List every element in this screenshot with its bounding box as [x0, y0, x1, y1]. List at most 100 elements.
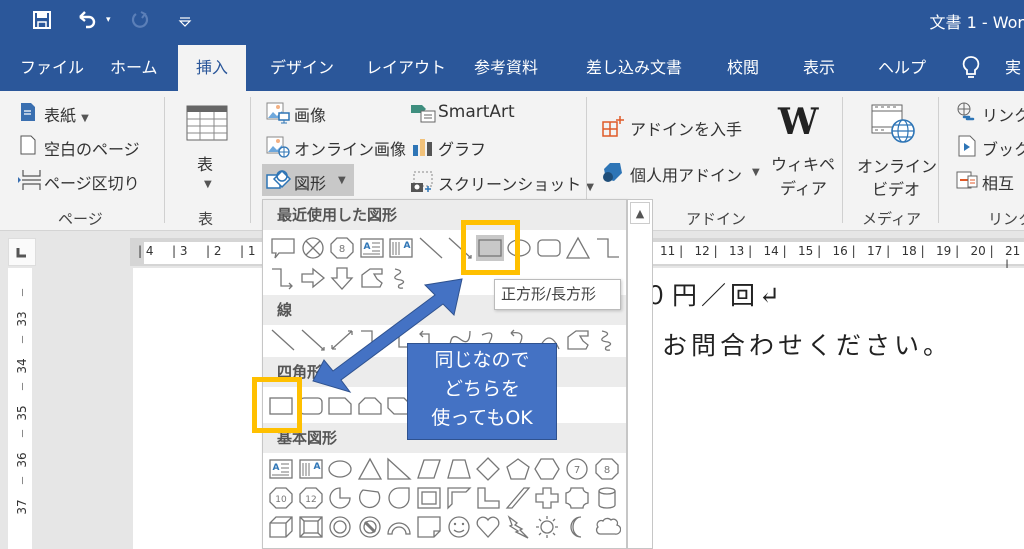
line-shape-icon[interactable] [417, 235, 445, 261]
chord-shape-icon[interactable] [356, 485, 384, 511]
wikipedia-icon[interactable]: W [778, 101, 818, 143]
donut-shape-icon[interactable] [326, 514, 354, 540]
vertical-ruler[interactable]: 33 — 34 — 35 — 36 — 37 — [8, 268, 32, 549]
undo-icon[interactable] [76, 9, 98, 34]
block-arc-shape-icon[interactable] [385, 514, 413, 540]
tab-home[interactable]: ホーム [110, 45, 158, 91]
diamond-shape-icon[interactable] [474, 456, 502, 482]
snip-same-side-rectangle-shape-icon[interactable] [356, 393, 384, 419]
rounded-rectangle-shape-icon[interactable] [535, 235, 563, 261]
heart-shape-icon[interactable] [474, 514, 502, 540]
tab-tell-me[interactable]: 実 [1005, 45, 1021, 91]
chart-button[interactable]: グラフ [438, 136, 486, 160]
arrow-line-shape-icon[interactable] [299, 327, 327, 353]
link-button[interactable]: リンク [982, 102, 1024, 126]
diagonal-stripe-shape-icon[interactable] [504, 485, 532, 511]
snip-single-corner-rectangle-shape-icon[interactable] [326, 393, 354, 419]
moon-shape-icon[interactable] [563, 514, 591, 540]
lightbulb-icon[interactable] [962, 55, 980, 81]
callout-shape-icon[interactable] [269, 235, 297, 261]
online-video-button-line2[interactable]: ビデオ [872, 176, 920, 200]
tab-layout[interactable]: レイアウト [366, 45, 446, 91]
cross-shape-icon[interactable] [533, 485, 561, 511]
scroll-up-button[interactable]: ▲ [630, 202, 650, 224]
pie-shape-icon[interactable] [326, 485, 354, 511]
chevron-down-icon[interactable]: ▼ [204, 179, 212, 190]
plaque-shape-icon[interactable] [563, 485, 591, 511]
shapes-button[interactable]: 図形 ▼ [262, 164, 354, 196]
vertical-textbox-shape-icon[interactable]: A [387, 235, 415, 261]
get-addins-button[interactable]: アドインを入手 [630, 116, 742, 140]
decagon-shape-icon[interactable]: 10 [267, 485, 295, 511]
right-triangle-shape-icon[interactable] [385, 456, 413, 482]
cover-page-button[interactable]: 表紙 ▼ [44, 102, 89, 126]
online-video-button-line1[interactable]: オンライン [857, 153, 937, 177]
right-arrow-shape-icon[interactable] [299, 265, 327, 291]
redo-icon[interactable] [130, 9, 150, 34]
trapezoid-shape-icon[interactable] [445, 456, 473, 482]
triangle-shape-icon[interactable] [356, 456, 384, 482]
down-arrow-shape-icon[interactable] [328, 265, 356, 291]
undo-dropdown-icon[interactable]: ▾ [106, 10, 111, 30]
tab-selector[interactable] [8, 238, 36, 266]
teardrop-shape-icon[interactable] [385, 485, 413, 511]
cloud-shape-icon[interactable] [593, 514, 621, 540]
octagon-shape-icon[interactable]: 8 [328, 235, 356, 261]
tab-design[interactable]: デザイン [270, 45, 334, 91]
triangle-shape-icon[interactable] [564, 235, 592, 261]
my-addins-button[interactable]: 個人用アドイン [630, 162, 742, 186]
bevel-shape-icon[interactable] [297, 514, 325, 540]
oval-shape-icon[interactable] [326, 456, 354, 482]
dodecagon-shape-icon[interactable]: 12 [297, 485, 325, 511]
page-break-button[interactable]: ページ区切り [44, 170, 140, 194]
frame-shape-icon[interactable] [415, 485, 443, 511]
smiley-face-shape-icon[interactable] [445, 514, 473, 540]
gallery-scrollbar[interactable]: ▲ [627, 199, 653, 549]
double-arrow-line-shape-icon[interactable] [328, 327, 356, 353]
chevron-down-icon[interactable]: ▼ [752, 167, 760, 178]
no-symbol-shape-icon[interactable] [356, 514, 384, 540]
hexagon-shape-icon[interactable] [533, 456, 561, 482]
pictures-button[interactable]: 画像 [294, 102, 326, 126]
cross-reference-button[interactable]: 相互 [982, 170, 1014, 194]
heptagon-shape-icon[interactable]: 7 [563, 456, 591, 482]
textbox-shape-icon[interactable]: A [358, 235, 386, 261]
wikipedia-button-line1[interactable]: ウィキペ [771, 151, 835, 175]
table-button[interactable]: 表 [197, 151, 213, 175]
tab-view[interactable]: 表示 [803, 45, 835, 91]
save-icon[interactable] [32, 10, 52, 33]
blank-page-button[interactable]: 空白のページ [44, 136, 140, 160]
half-frame-shape-icon[interactable] [445, 485, 473, 511]
tab-help[interactable]: ヘルプ [878, 45, 926, 91]
pentagon-shape-icon[interactable] [504, 456, 532, 482]
tab-references[interactable]: 参考資料 [474, 45, 538, 91]
online-pictures-button[interactable]: オンライン画像 [294, 136, 406, 160]
sun-shape-icon[interactable] [533, 514, 561, 540]
parallelogram-shape-icon[interactable] [415, 456, 443, 482]
line-shape-icon[interactable] [269, 327, 297, 353]
bookmark-button[interactable]: ブック [982, 136, 1024, 160]
table-icon[interactable] [186, 105, 228, 145]
scribble-shape-icon[interactable] [594, 327, 622, 353]
can-shape-icon[interactable] [593, 485, 621, 511]
wikipedia-button-line2[interactable]: ディア [780, 175, 827, 199]
tab-review[interactable]: 校閲 [727, 45, 759, 91]
no-symbol-shape-icon[interactable] [299, 235, 327, 261]
vertical-textbox-shape-icon[interactable]: A [297, 456, 325, 482]
cube-shape-icon[interactable] [267, 514, 295, 540]
folded-corner-shape-icon[interactable] [415, 514, 443, 540]
screenshot-button[interactable]: スクリーンショット ▼ [438, 171, 594, 195]
freeform-shape-icon[interactable] [358, 265, 386, 291]
customize-quick-access-icon[interactable] [178, 12, 192, 32]
tab-file[interactable]: ファイル [20, 45, 84, 91]
lightning-bolt-shape-icon[interactable] [504, 514, 532, 540]
tab-insert[interactable]: 挿入 [178, 45, 247, 92]
smartart-button[interactable]: SmartArt [438, 102, 515, 122]
elbow-connector-shape-icon[interactable] [594, 235, 622, 261]
freeform-shape-icon[interactable] [564, 327, 592, 353]
tab-mailings[interactable]: 差し込み文書 [586, 45, 682, 91]
l-shape-icon[interactable] [474, 485, 502, 511]
scribble-shape-icon[interactable] [387, 265, 415, 291]
octagon-shape-icon[interactable]: 8 [593, 456, 621, 482]
elbow-connector-shape-icon[interactable] [358, 327, 386, 353]
